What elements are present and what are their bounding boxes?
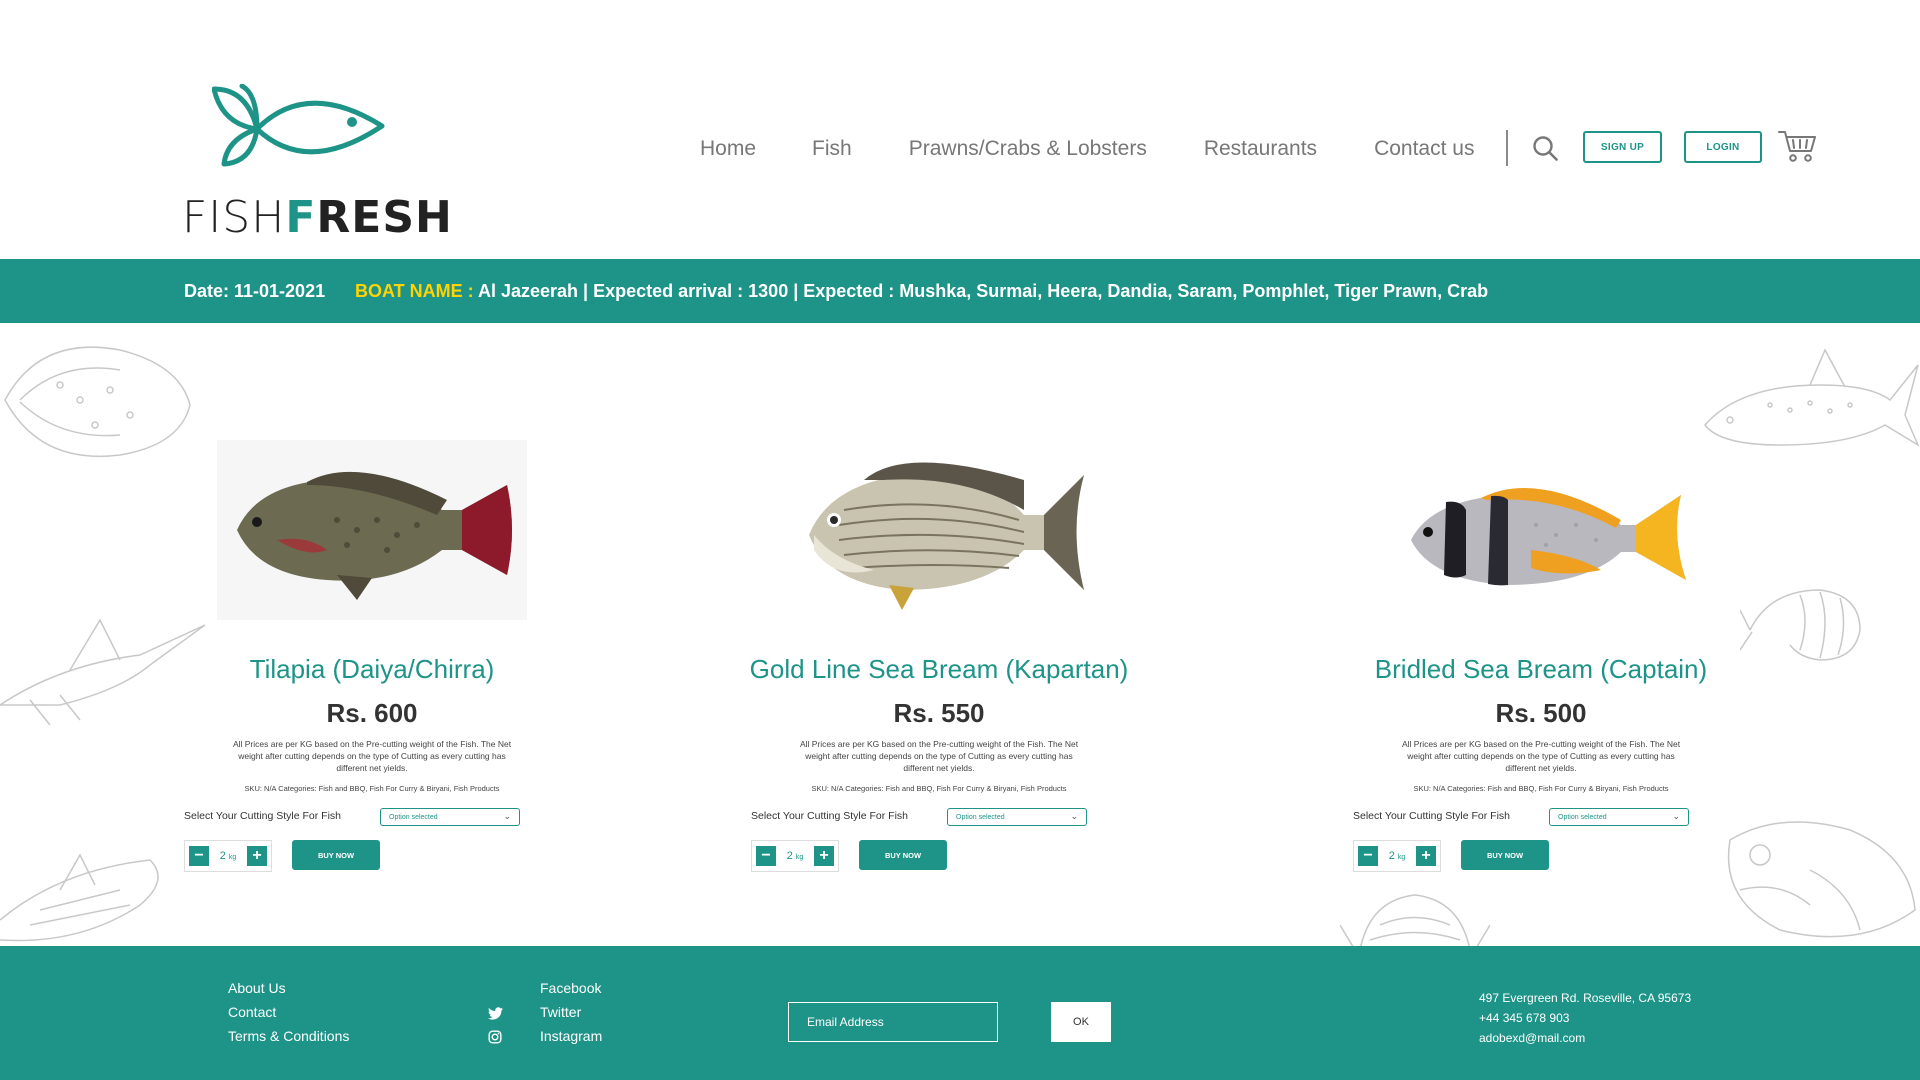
- product-card: Gold Line Sea Bream (Kapartan) Rs. 550 A…: [719, 430, 1159, 880]
- footer-contact: 497 Evergreen Rd. Roseville, CA 95673 +4…: [1479, 988, 1691, 1048]
- nav-prawns[interactable]: Prawns/Crabs & Lobsters: [909, 137, 1147, 161]
- buy-now-button[interactable]: BUY NOW: [859, 840, 947, 870]
- buy-now-button[interactable]: BUY NOW: [292, 840, 380, 870]
- chevron-down-icon: ⌄: [1070, 811, 1078, 821]
- product-sku: SKU: N/A Categories: Fish and BBQ, Fish …: [811, 784, 1067, 793]
- nav-restaurants[interactable]: Restaurants: [1204, 137, 1317, 161]
- chevron-down-icon: ⌄: [503, 811, 511, 821]
- chevron-down-icon: ⌄: [1672, 811, 1680, 821]
- qty-unit: kg: [795, 854, 804, 861]
- qty-number: 2: [219, 850, 226, 862]
- fish-logo-icon: [212, 84, 385, 167]
- main-nav: Home Fish Prawns/Crabs & Lobsters Restau…: [700, 134, 1474, 164]
- product-price: Rs. 550: [893, 698, 985, 728]
- nav-home[interactable]: Home: [700, 137, 756, 161]
- product-sku: SKU: N/A Categories: Fish and BBQ, Fish …: [1413, 784, 1669, 793]
- instagram-icon[interactable]: [488, 1030, 502, 1044]
- arrival-banner: Date: 11-01-2021 BOAT NAME : Al Jazeerah…: [0, 259, 1920, 323]
- gold-line-sea-bream-image[interactable]: [784, 440, 1094, 620]
- nav-divider: [1506, 130, 1508, 166]
- boat-details: Al Jazeerah | Expected arrival : 1300 | …: [473, 280, 1489, 301]
- tilapia-image[interactable]: [217, 440, 527, 620]
- footer-link-about[interactable]: About Us: [228, 976, 349, 1000]
- footer: About Us Contact Terms & Conditions Face…: [0, 946, 1920, 1080]
- footer-phone: +44 345 678 903: [1479, 1011, 1570, 1025]
- qty-unit: kg: [1397, 854, 1406, 861]
- footer-link-instagram[interactable]: Instagram: [540, 1024, 602, 1048]
- search-icon[interactable]: [1532, 135, 1558, 161]
- product-sku: SKU: N/A Categories: Fish and BBQ, Fish …: [244, 784, 500, 793]
- cutting-style-select[interactable]: Option selected ⌄: [1549, 808, 1689, 826]
- login-button[interactable]: LOGIN: [1684, 131, 1762, 163]
- bridled-sea-bream-image[interactable]: [1386, 440, 1696, 620]
- footer-link-terms[interactable]: Terms & Conditions: [228, 1024, 349, 1048]
- cutting-style-select[interactable]: Option selected ⌄: [380, 808, 520, 826]
- qty-number: 2: [1388, 850, 1395, 862]
- logo-word-fresh: FRESH: [285, 192, 453, 243]
- quantity-value[interactable]: 2 kg: [787, 850, 804, 862]
- nav-contact[interactable]: Contact us: [1374, 137, 1474, 161]
- quantity-stepper: − 2 kg +: [1353, 840, 1441, 872]
- buy-now-button[interactable]: BUY NOW: [1461, 840, 1549, 870]
- footer-link-twitter[interactable]: Twitter: [540, 1000, 602, 1024]
- footer-social-icons: [488, 1001, 503, 1049]
- quantity-stepper: − 2 kg +: [751, 840, 839, 872]
- product-name[interactable]: Gold Line Sea Bream (Kapartan): [719, 654, 1159, 685]
- product-note: All Prices are per KG based on the Pre-c…: [799, 739, 1079, 773]
- footer-email[interactable]: adobexd@mail.com: [1479, 1028, 1691, 1048]
- logo-text: FISHFRESH: [182, 192, 453, 243]
- ok-button[interactable]: OK: [1051, 1002, 1111, 1042]
- cutting-style-label: Select Your Cutting Style For Fish: [184, 810, 341, 822]
- banner-date: Date: 11-01-2021: [184, 280, 326, 301]
- decrement-button[interactable]: −: [756, 846, 776, 866]
- cutting-style-label: Select Your Cutting Style For Fish: [1353, 810, 1510, 822]
- quantity-value[interactable]: 2 kg: [1389, 850, 1406, 862]
- select-value: Option selected: [1558, 813, 1607, 821]
- quantity-value[interactable]: 2 kg: [220, 850, 237, 862]
- boat-name-label: BOAT NAME :: [355, 280, 474, 301]
- increment-button[interactable]: +: [1416, 846, 1436, 866]
- logo-word-rest: RESH: [316, 192, 453, 243]
- cutting-style-select[interactable]: Option selected ⌄: [947, 808, 1087, 826]
- crab-sketch: [1340, 894, 1490, 950]
- cutting-style-label: Select Your Cutting Style For Fish: [751, 810, 908, 822]
- product-price: Rs. 600: [326, 698, 418, 728]
- product-card: Bridled Sea Bream (Captain) Rs. 500 All …: [1321, 430, 1761, 880]
- cart-icon[interactable]: [1778, 129, 1816, 163]
- product-name[interactable]: Bridled Sea Bream (Captain): [1321, 654, 1761, 685]
- footer-link-contact[interactable]: Contact: [228, 1000, 349, 1024]
- twitter-icon[interactable]: [488, 1006, 503, 1020]
- decrement-button[interactable]: −: [189, 846, 209, 866]
- banner-boat-info: BOAT NAME : Al Jazeerah | Expected arriv…: [355, 281, 1488, 302]
- product-note: All Prices are per KG based on the Pre-c…: [232, 739, 512, 773]
- increment-button[interactable]: +: [814, 846, 834, 866]
- select-value: Option selected: [956, 813, 1005, 821]
- logo-letter-f: F: [285, 192, 317, 243]
- footer-link-facebook[interactable]: Facebook: [540, 976, 602, 1000]
- footer-social-links: Facebook Twitter Instagram: [540, 976, 602, 1048]
- product-note: All Prices are per KG based on the Pre-c…: [1401, 739, 1681, 773]
- email-field[interactable]: [788, 1002, 998, 1042]
- product-card: Tilapia (Daiya/Chirra) Rs. 600 All Price…: [152, 430, 592, 880]
- qty-unit: kg: [228, 854, 237, 861]
- footer-links: About Us Contact Terms & Conditions: [228, 976, 349, 1048]
- product-price: Rs. 500: [1495, 698, 1587, 728]
- page: FISHFRESH Home Fish Prawns/Crabs & Lobst…: [0, 0, 1920, 1080]
- logo[interactable]: FISHFRESH: [182, 84, 452, 244]
- decrement-button[interactable]: −: [1358, 846, 1378, 866]
- increment-button[interactable]: +: [247, 846, 267, 866]
- nav-fish[interactable]: Fish: [812, 137, 852, 161]
- quantity-stepper: − 2 kg +: [184, 840, 272, 872]
- select-value: Option selected: [389, 813, 438, 821]
- logo-word-fish: FISH: [182, 192, 286, 243]
- product-name[interactable]: Tilapia (Daiya/Chirra): [152, 654, 592, 685]
- signup-button[interactable]: SIGN UP: [1583, 131, 1662, 163]
- qty-number: 2: [786, 850, 793, 862]
- footer-address: 497 Evergreen Rd. Roseville, CA 95673: [1479, 991, 1692, 1005]
